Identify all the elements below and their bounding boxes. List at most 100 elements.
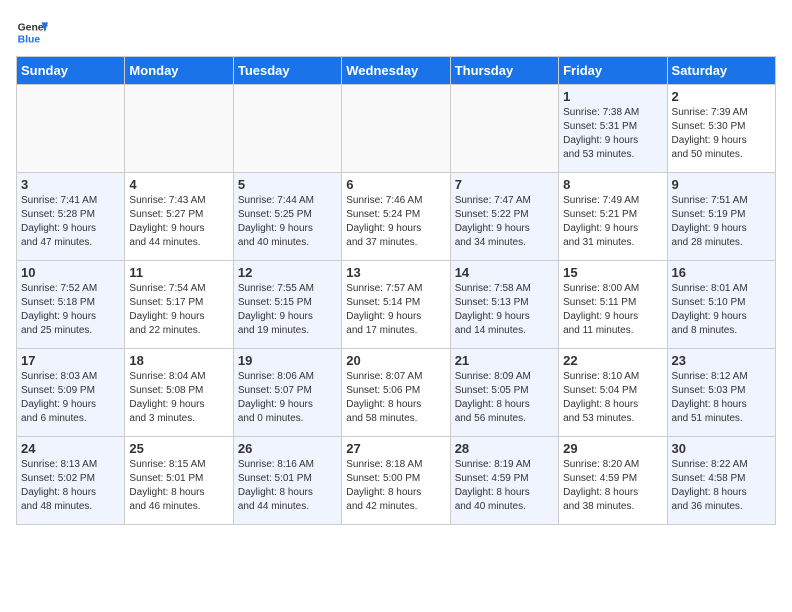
- day-number: 26: [238, 441, 337, 456]
- day-number: 22: [563, 353, 662, 368]
- calendar-cell: [125, 85, 233, 173]
- page-header: General Blue: [16, 16, 776, 48]
- day-number: 24: [21, 441, 120, 456]
- day-number: 29: [563, 441, 662, 456]
- day-info: Sunrise: 7:46 AM Sunset: 5:24 PM Dayligh…: [346, 194, 445, 250]
- calendar-cell: 3 Sunrise: 7:41 AM Sunset: 5:28 PM Daylig…: [17, 173, 125, 261]
- day-number: 17: [21, 353, 120, 368]
- day-info: Sunrise: 7:41 AM Sunset: 5:28 PM Dayligh…: [21, 194, 120, 250]
- weekday-header: Sunday: [17, 57, 125, 85]
- day-info: Sunrise: 8:20 AM Sunset: 4:59 PM Dayligh…: [563, 458, 662, 514]
- weekday-header: Thursday: [450, 57, 558, 85]
- calendar-cell: 18Sunrise: 8:04 AM Sunset: 5:08 PM Dayli…: [125, 349, 233, 437]
- day-number: 1: [563, 89, 662, 104]
- calendar-cell: 14 Sunrise: 7:58 AM Sunset: 5:13 PM Dayli…: [450, 261, 558, 349]
- day-info: Sunrise: 8:22 AM Sunset: 4:58 PM Dayligh…: [672, 458, 771, 514]
- calendar-cell: [17, 85, 125, 173]
- day-info: Sunrise: 8:18 AM Sunset: 5:00 PM Dayligh…: [346, 458, 445, 514]
- weekday-header: Friday: [559, 57, 667, 85]
- calendar-cell: 9 Sunrise: 7:51 AM Sunset: 5:19 PM Daylig…: [667, 173, 775, 261]
- day-number: 30: [672, 441, 771, 456]
- day-number: 9: [672, 177, 771, 192]
- calendar-cell: [342, 85, 450, 173]
- day-number: 19: [238, 353, 337, 368]
- day-number: 2: [672, 89, 771, 104]
- calendar-cell: 13 Sunrise: 7:57 AM Sunset: 5:14 PM Dayli…: [342, 261, 450, 349]
- calendar-cell: 25Sunrise: 8:15 AM Sunset: 5:01 PM Dayli…: [125, 437, 233, 525]
- day-number: 28: [455, 441, 554, 456]
- weekday-header: Tuesday: [233, 57, 341, 85]
- day-number: 16: [672, 265, 771, 280]
- day-number: 27: [346, 441, 445, 456]
- calendar-cell: [450, 85, 558, 173]
- day-number: 6: [346, 177, 445, 192]
- logo-icon: General Blue: [16, 16, 48, 48]
- calendar-cell: 8Sunrise: 7:49 AM Sunset: 5:21 PM Daylig…: [559, 173, 667, 261]
- day-info: Sunrise: 8:09 AM Sunset: 5:05 PM Dayligh…: [455, 370, 554, 426]
- calendar-cell: [233, 85, 341, 173]
- calendar-cell: 30 Sunrise: 8:22 AM Sunset: 4:58 PM Dayli…: [667, 437, 775, 525]
- day-info: Sunrise: 8:03 AM Sunset: 5:09 PM Dayligh…: [21, 370, 120, 426]
- day-info: Sunrise: 8:10 AM Sunset: 5:04 PM Dayligh…: [563, 370, 662, 426]
- calendar-cell: 2 Sunrise: 7:39 AM Sunset: 5:30 PM Daylig…: [667, 85, 775, 173]
- calendar-cell: 29 Sunrise: 8:20 AM Sunset: 4:59 PM Dayli…: [559, 437, 667, 525]
- day-info: Sunrise: 7:49 AM Sunset: 5:21 PM Dayligh…: [563, 194, 662, 250]
- day-info: Sunrise: 8:12 AM Sunset: 5:03 PM Dayligh…: [672, 370, 771, 426]
- day-number: 20: [346, 353, 445, 368]
- day-info: Sunrise: 7:54 AM Sunset: 5:17 PM Dayligh…: [129, 282, 228, 338]
- calendar-cell: 17 Sunrise: 8:03 AM Sunset: 5:09 PM Dayli…: [17, 349, 125, 437]
- calendar-cell: 1 Sunrise: 7:38 AM Sunset: 5:31 PM Daylig…: [559, 85, 667, 173]
- calendar-cell: 16 Sunrise: 8:01 AM Sunset: 5:10 PM Dayli…: [667, 261, 775, 349]
- day-info: Sunrise: 7:43 AM Sunset: 5:27 PM Dayligh…: [129, 194, 228, 250]
- day-info: Sunrise: 8:01 AM Sunset: 5:10 PM Dayligh…: [672, 282, 771, 338]
- weekday-header: Saturday: [667, 57, 775, 85]
- calendar-cell: 24 Sunrise: 8:13 AM Sunset: 5:02 PM Dayli…: [17, 437, 125, 525]
- day-info: Sunrise: 8:06 AM Sunset: 5:07 PM Dayligh…: [238, 370, 337, 426]
- day-info: Sunrise: 7:51 AM Sunset: 5:19 PM Dayligh…: [672, 194, 771, 250]
- day-info: Sunrise: 7:57 AM Sunset: 5:14 PM Dayligh…: [346, 282, 445, 338]
- day-number: 4: [129, 177, 228, 192]
- calendar-cell: 27 Sunrise: 8:18 AM Sunset: 5:00 PM Dayli…: [342, 437, 450, 525]
- day-info: Sunrise: 7:55 AM Sunset: 5:15 PM Dayligh…: [238, 282, 337, 338]
- day-info: Sunrise: 8:07 AM Sunset: 5:06 PM Dayligh…: [346, 370, 445, 426]
- calendar-cell: 20 Sunrise: 8:07 AM Sunset: 5:06 PM Dayli…: [342, 349, 450, 437]
- calendar-cell: 12 Sunrise: 7:55 AM Sunset: 5:15 PM Dayli…: [233, 261, 341, 349]
- day-info: Sunrise: 7:39 AM Sunset: 5:30 PM Dayligh…: [672, 106, 771, 162]
- day-info: Sunrise: 7:52 AM Sunset: 5:18 PM Dayligh…: [21, 282, 120, 338]
- calendar-cell: 4 Sunrise: 7:43 AM Sunset: 5:27 PM Daylig…: [125, 173, 233, 261]
- day-info: Sunrise: 7:44 AM Sunset: 5:25 PM Dayligh…: [238, 194, 337, 250]
- calendar-cell: 6 Sunrise: 7:46 AM Sunset: 5:24 PM Daylig…: [342, 173, 450, 261]
- day-info: Sunrise: 7:47 AM Sunset: 5:22 PM Dayligh…: [455, 194, 554, 250]
- calendar-cell: 5 Sunrise: 7:44 AM Sunset: 5:25 PM Daylig…: [233, 173, 341, 261]
- day-number: 3: [21, 177, 120, 192]
- calendar-cell: 26 Sunrise: 8:16 AM Sunset: 5:01 PM Dayli…: [233, 437, 341, 525]
- day-number: 11: [129, 265, 228, 280]
- day-info: Sunrise: 8:19 AM Sunset: 4:59 PM Dayligh…: [455, 458, 554, 514]
- day-info: Sunrise: 8:00 AM Sunset: 5:11 PM Dayligh…: [563, 282, 662, 338]
- day-info: Sunrise: 7:58 AM Sunset: 5:13 PM Dayligh…: [455, 282, 554, 338]
- calendar-cell: 19 Sunrise: 8:06 AM Sunset: 5:07 PM Dayli…: [233, 349, 341, 437]
- day-number: 21: [455, 353, 554, 368]
- day-number: 12: [238, 265, 337, 280]
- logo: General Blue: [16, 16, 48, 48]
- day-number: 15: [563, 265, 662, 280]
- day-number: 13: [346, 265, 445, 280]
- calendar-table: SundayMondayTuesdayWednesdayThursdayFrid…: [16, 56, 776, 525]
- calendar-cell: 23 Sunrise: 8:12 AM Sunset: 5:03 PM Dayli…: [667, 349, 775, 437]
- day-info: Sunrise: 7:38 AM Sunset: 5:31 PM Dayligh…: [563, 106, 662, 162]
- day-info: Sunrise: 8:16 AM Sunset: 5:01 PM Dayligh…: [238, 458, 337, 514]
- calendar-cell: 28 Sunrise: 8:19 AM Sunset: 4:59 PM Dayli…: [450, 437, 558, 525]
- day-number: 25: [129, 441, 228, 456]
- weekday-header: Monday: [125, 57, 233, 85]
- day-info: Sunrise: 8:13 AM Sunset: 5:02 PM Dayligh…: [21, 458, 120, 514]
- day-number: 5: [238, 177, 337, 192]
- day-number: 14: [455, 265, 554, 280]
- day-number: 7: [455, 177, 554, 192]
- day-number: 18: [129, 353, 228, 368]
- calendar-cell: 15 Sunrise: 8:00 AM Sunset: 5:11 PM Dayli…: [559, 261, 667, 349]
- calendar-cell: 21 Sunrise: 8:09 AM Sunset: 5:05 PM Dayli…: [450, 349, 558, 437]
- calendar-cell: 22 Sunrise: 8:10 AM Sunset: 5:04 PM Dayli…: [559, 349, 667, 437]
- day-number: 23: [672, 353, 771, 368]
- day-number: 10: [21, 265, 120, 280]
- svg-text:Blue: Blue: [18, 34, 41, 45]
